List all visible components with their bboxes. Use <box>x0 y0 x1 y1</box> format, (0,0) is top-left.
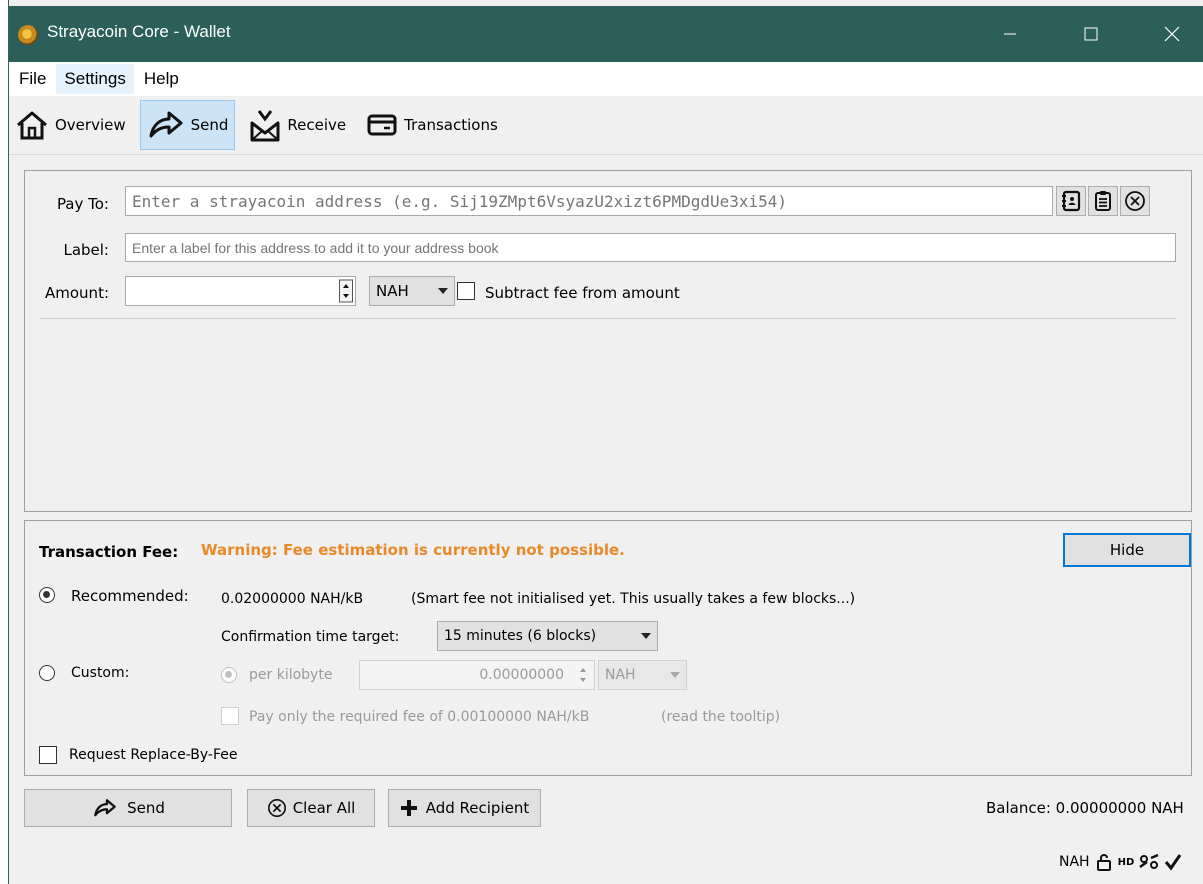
clear-all-label: Clear All <box>292 799 356 817</box>
address-book-button[interactable] <box>1056 186 1086 216</box>
subtract-fee-label: Subtract fee from amount <box>485 284 680 302</box>
chevron-down-icon <box>438 288 448 294</box>
status-bar: NAH HD <box>1059 850 1182 874</box>
close-button[interactable] <box>1149 14 1195 54</box>
menu-settings[interactable]: Settings <box>56 64 134 94</box>
receive-icon <box>250 110 280 142</box>
pay-to-field[interactable] <box>125 186 1053 216</box>
custom-fee-spinner-icon[interactable] <box>576 662 590 688</box>
per-kilobyte-radio[interactable] <box>221 667 237 683</box>
chevron-down-icon <box>670 672 680 678</box>
custom-fee-radio[interactable] <box>39 665 55 681</box>
home-icon <box>17 111 47 140</box>
confirmation-target-label: Confirmation time target: <box>221 629 400 645</box>
tab-overview-label: Overview <box>55 116 126 134</box>
pay-to-input[interactable] <box>126 187 1052 215</box>
custom-fee-unit-value: NAH <box>605 667 636 683</box>
tab-receive[interactable]: Receive <box>243 101 352 149</box>
amount-unit-value: NAH <box>376 282 409 300</box>
balance-label: Balance: 0.00000000 NAH <box>986 799 1184 817</box>
custom-label: Custom: <box>71 665 130 681</box>
per-kilobyte-label: per kilobyte <box>249 667 333 683</box>
paste-button[interactable] <box>1088 186 1118 216</box>
fee-warning: Warning: Fee estimation is currently not… <box>201 541 625 559</box>
recipient-divider <box>40 318 1176 319</box>
add-recipient-button[interactable]: Add Recipient <box>388 789 541 827</box>
fee-heading: Transaction Fee: <box>39 543 179 561</box>
transaction-fee-section: Transaction Fee: Warning: Fee estimation… <box>24 520 1192 776</box>
amount-spinner-icon[interactable] <box>339 278 353 304</box>
replace-by-fee-checkbox[interactable] <box>39 746 57 764</box>
clear-all-button[interactable]: Clear All <box>247 789 375 827</box>
recommended-label: Recommended: <box>71 587 189 605</box>
tab-transactions[interactable]: Transactions <box>360 101 504 149</box>
add-recipient-label: Add Recipient <box>425 799 530 817</box>
minimize-icon <box>1004 33 1016 35</box>
maximize-icon <box>1084 27 1098 41</box>
recipient-entry: Pay To: Enter a strayacoin address (e.g.… <box>24 170 1192 512</box>
pay-to-label: Pay To: <box>56 195 109 213</box>
recommended-fee-value: 0.02000000 NAH/kB <box>221 591 364 607</box>
close-icon <box>1164 26 1180 42</box>
tab-send[interactable]: Send <box>139 100 236 150</box>
menu-help[interactable]: Help <box>136 64 187 94</box>
hide-fee-label: Hide <box>1109 541 1145 559</box>
remove-recipient-button[interactable] <box>1120 186 1150 216</box>
smart-fee-note: (Smart fee not initialised yet. This usu… <box>411 591 856 607</box>
tab-send-label: Send <box>190 116 229 134</box>
recommended-fee-radio[interactable] <box>39 587 55 603</box>
read-tooltip-label: (read the tooltip) <box>661 709 781 725</box>
send-button-label: Send <box>127 799 165 817</box>
amount-field[interactable] <box>125 276 356 306</box>
send-arrow-icon <box>149 111 183 138</box>
title-bar[interactable]: Strayacoin Core - Wallet <box>9 6 1203 62</box>
hd-label: HD <box>1117 856 1135 868</box>
custom-fee-unit-select[interactable]: NAH <box>598 660 687 690</box>
status-unit[interactable]: NAH <box>1059 854 1090 870</box>
amount-label: Amount: <box>45 284 109 302</box>
clipboard-icon <box>1095 191 1111 211</box>
pay-required-fee-checkbox[interactable] <box>221 707 239 725</box>
label-field[interactable] <box>125 233 1176 262</box>
custom-fee-field[interactable]: 0.00000000 <box>359 660 595 690</box>
maximize-button[interactable] <box>1068 14 1114 54</box>
tab-receive-label: Receive <box>287 116 347 134</box>
tab-transactions-label: Transactions <box>404 116 498 134</box>
confirmation-target-select[interactable]: 15 minutes (6 blocks) <box>437 621 658 651</box>
plus-icon <box>400 800 417 816</box>
send-arrow-icon <box>94 799 116 817</box>
label-label: Label: <box>63 241 109 259</box>
remove-circle-icon <box>1125 191 1145 211</box>
address-book-icon <box>1062 190 1081 212</box>
confirmation-target-value: 15 minutes (6 blocks) <box>444 628 597 644</box>
amount-unit-select[interactable]: NAH <box>369 276 455 306</box>
menu-file[interactable]: File <box>11 64 54 94</box>
toolbar: Overview Send Receive Transactions <box>9 96 1203 155</box>
tab-overview[interactable]: Overview <box>9 101 132 149</box>
unlocked-icon <box>1096 854 1111 871</box>
send-button[interactable]: Send <box>24 789 232 827</box>
hide-fee-button[interactable]: Hide <box>1063 533 1191 567</box>
synced-check-icon <box>1165 854 1182 871</box>
wallet-window: Strayacoin Core - Wallet File Settings H… <box>8 0 1203 884</box>
network-disabled-icon[interactable] <box>1138 853 1160 871</box>
custom-fee-value: 0.00000000 <box>479 667 564 683</box>
subtract-fee-checkbox[interactable] <box>457 282 475 300</box>
amount-input[interactable] <box>126 277 355 305</box>
pay-required-fee-label: Pay only the required fee of 0.00100000 … <box>249 709 590 725</box>
menu-bar: File Settings Help <box>9 62 1203 96</box>
window-title: Strayacoin Core - Wallet <box>47 22 231 41</box>
label-input[interactable] <box>126 234 1175 261</box>
chevron-down-icon <box>641 633 651 639</box>
strayacoin-logo-icon <box>18 25 38 45</box>
replace-by-fee-label: Request Replace-By-Fee <box>69 747 238 763</box>
minimize-button[interactable] <box>987 14 1033 54</box>
clear-circle-icon <box>267 799 286 817</box>
transactions-card-icon <box>367 114 397 136</box>
